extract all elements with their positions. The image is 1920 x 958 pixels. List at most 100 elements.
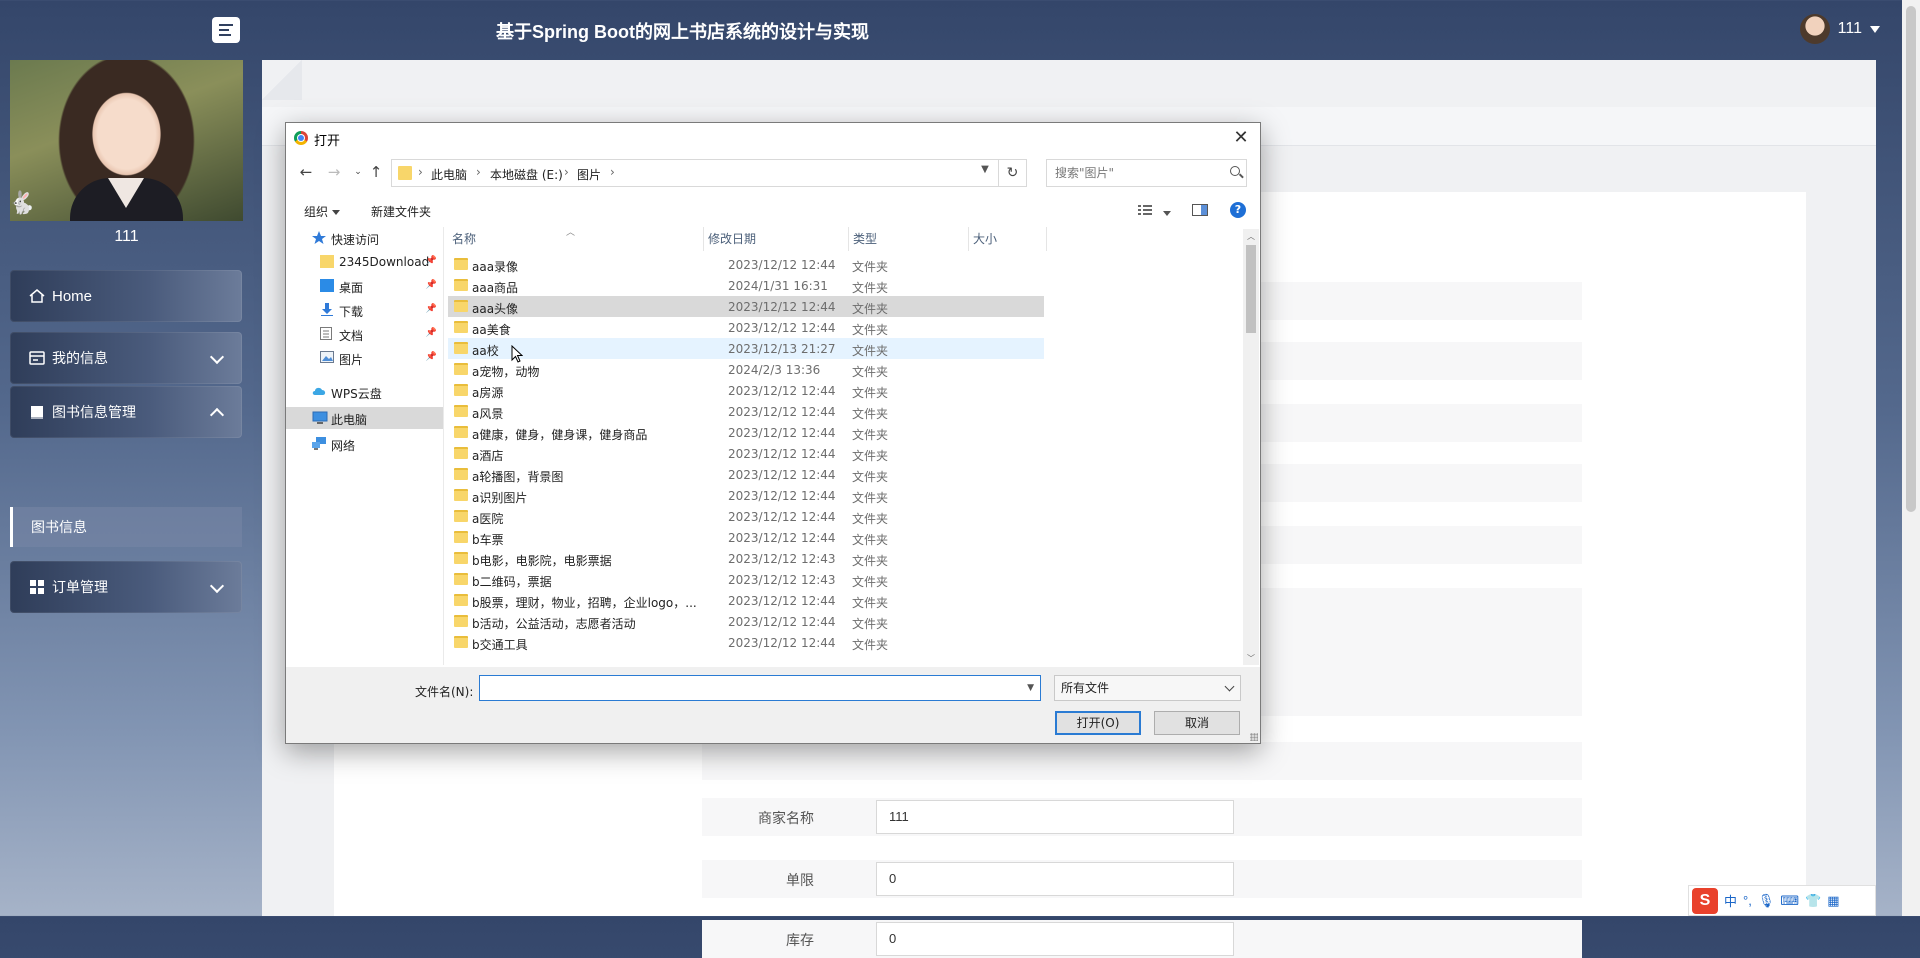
file-row[interactable]: aa美食 2023/12/12 12:44 文件夹 [448,317,1044,338]
file-row[interactable]: b股票，理财，物业，招聘，企业logo，... 2023/12/12 12:44 文… [448,590,1044,611]
pin-icon: 📌 [425,280,437,290]
file-list-scrollbar[interactable]: ︿ ﹀ [1243,229,1259,665]
file-row[interactable]: a风景 2023/12/12 12:44 文件夹 [448,401,1044,422]
microphone-icon[interactable]: 🎙 [1758,893,1775,909]
breadcrumb-drive[interactable]: 本地磁盘 (E:) [490,166,563,183]
folder-icon [454,258,468,270]
file-row[interactable]: aaa头像 2023/12/12 12:44 文件夹 [448,296,1044,317]
forward-arrow-icon[interactable]: → [324,163,344,183]
preview-pane-icon[interactable] [1192,204,1208,216]
file-row[interactable]: a医院 2023/12/12 12:44 文件夹 [448,506,1044,527]
dialog-titlebar[interactable]: 打开 ✕ [286,123,1260,153]
file-row[interactable]: aa校 2023/12/13 21:27 文件夹 [448,338,1044,359]
help-icon[interactable]: ? [1230,202,1246,218]
nav-quick-access[interactable]: 快速访问 [286,227,443,249]
page-corner [262,60,302,100]
cancel-button[interactable]: 取消 [1154,711,1240,735]
profile-photo [10,60,243,221]
nav-this-pc[interactable]: 此电脑 [286,407,443,429]
sidebar-item-label: 图书信息管理 [52,404,136,420]
filename-input[interactable] [484,680,1008,698]
nav-network[interactable]: 网络 [286,433,443,455]
nav-label: 网络 [331,439,356,453]
view-list-icon[interactable] [1138,204,1152,216]
new-folder-button[interactable]: 新建文件夹 [371,203,431,220]
page-scrollbar-thumb[interactable] [1906,6,1916,512]
sidebar-item-my-info[interactable]: 我的信息 [10,332,242,384]
column-header-size[interactable]: 大小 [969,227,1047,251]
file-row[interactable]: aaa商品 2024/1/31 16:31 文件夹 [448,275,1044,296]
back-arrow-icon[interactable]: ← [296,163,316,183]
filename-combo[interactable]: ▼ [479,675,1041,701]
nav-2345download[interactable]: 2345Download 📌 [286,251,443,273]
search-icon [1230,166,1240,176]
cloud-icon [312,385,326,398]
scroll-down-icon[interactable]: ﹀ [1246,653,1256,663]
file-row[interactable]: a识别图片 2023/12/12 12:44 文件夹 [448,485,1044,506]
resize-grip[interactable] [1250,733,1258,741]
ime-mode[interactable]: 中 [1724,891,1737,910]
menu-icon [219,21,233,39]
chevron-down-icon[interactable]: ▼ [1027,683,1034,693]
close-icon[interactable]: ✕ [1228,126,1254,150]
file-name: aa美食 [472,323,511,337]
folder-icon [454,342,468,354]
column-header-name[interactable]: 名称 [448,227,704,251]
organize-button[interactable]: 组织 [304,203,341,220]
filetype-select[interactable]: 所有文件 [1054,675,1241,701]
search-field[interactable] [1046,159,1247,187]
sidebar-item-orders[interactable]: 订单管理 [10,561,242,613]
punctuation-icon[interactable]: °, [1743,893,1752,908]
file-row[interactable]: b车票 2023/12/12 12:44 文件夹 [448,527,1044,548]
pictures-icon [320,351,334,364]
pane-divider[interactable] [443,227,444,665]
keyboard-icon[interactable]: ⌨ [1780,893,1799,909]
user-menu[interactable]: 111 [1799,14,1880,44]
nav-wps-cloud[interactable]: WPS云盘 [286,381,443,403]
up-arrow-icon[interactable]: ↑ [366,163,386,183]
sidebar-item-book-management[interactable]: 图书信息管理 [10,386,242,438]
search-input[interactable] [1053,165,1217,181]
column-header-type[interactable]: 类型 [849,227,969,251]
refresh-icon[interactable]: ↻ [999,159,1027,187]
file-row[interactable]: b活动，公益活动，志愿者活动 2023/12/12 12:44 文件夹 [448,611,1044,632]
file-row[interactable]: a房源 2023/12/12 12:44 文件夹 [448,380,1044,401]
scrollbar-thumb[interactable] [1246,245,1256,333]
recent-locations-icon[interactable]: ⌄ [348,167,368,187]
stock-input[interactable]: 0 [876,922,1234,956]
nav-pictures[interactable]: 图片 📌 [286,347,443,369]
file-row[interactable]: a轮播图，背景图 2023/12/12 12:44 文件夹 [448,464,1044,485]
folder-icon [454,468,468,480]
nav-documents[interactable]: 文档 📌 [286,323,443,345]
file-row[interactable]: aaa录像 2023/12/12 12:44 文件夹 [448,254,1044,275]
chevron-down-icon[interactable]: ▼ [974,164,996,182]
menu-grid-icon[interactable]: ▦ [1827,893,1839,909]
file-row[interactable]: b二维码，票据 2023/12/12 12:43 文件夹 [448,569,1044,590]
skin-icon[interactable]: 👕 [1805,893,1821,909]
limit-input[interactable]: 0 [876,862,1234,896]
open-button[interactable]: 打开(O) [1055,711,1141,735]
caret-down-icon[interactable] [1163,206,1171,218]
top-header: 基于Spring Boot的网上书店系统的设计与实现 111 [0,0,1920,60]
sogou-ime-icon[interactable]: S [1692,887,1718,914]
file-row[interactable]: a酒店 2023/12/12 12:44 文件夹 [448,443,1044,464]
file-row[interactable]: b电影，电影院，电影票据 2023/12/12 12:43 文件夹 [448,548,1044,569]
scroll-up-icon[interactable]: ︿ [1246,231,1256,241]
file-row[interactable]: a宠物，动物 2024/2/3 13:36 文件夹 [448,359,1044,380]
page-scrollbar[interactable] [1902,0,1920,916]
breadcrumb-this-pc[interactable]: 此电脑 [431,166,467,183]
menu-toggle-button[interactable] [212,17,240,43]
file-row[interactable]: a健康，健身，健身课，健身商品 2023/12/12 12:44 文件夹 [448,422,1044,443]
file-type: 文件夹 [852,365,889,379]
breadcrumb-pictures[interactable]: 图片 [577,166,601,183]
file-row[interactable]: b交通工具 2023/12/12 12:44 文件夹 [448,632,1044,653]
nav-desktop[interactable]: 桌面 📌 [286,275,443,297]
merchant-name-input[interactable]: 111 [876,800,1234,834]
file-type: 文件夹 [852,281,889,295]
chevron-down-icon [1224,681,1235,692]
sidebar-item-home[interactable]: Home [10,270,242,322]
nav-downloads[interactable]: 下载 📌 [286,299,443,321]
address-bar[interactable]: › 此电脑 › 本地磁盘 (E:) › 图片 › ▼ [391,159,999,187]
sidebar-subitem-book-info[interactable]: 图书信息 [10,507,242,547]
column-header-date[interactable]: 修改日期 [704,227,849,251]
